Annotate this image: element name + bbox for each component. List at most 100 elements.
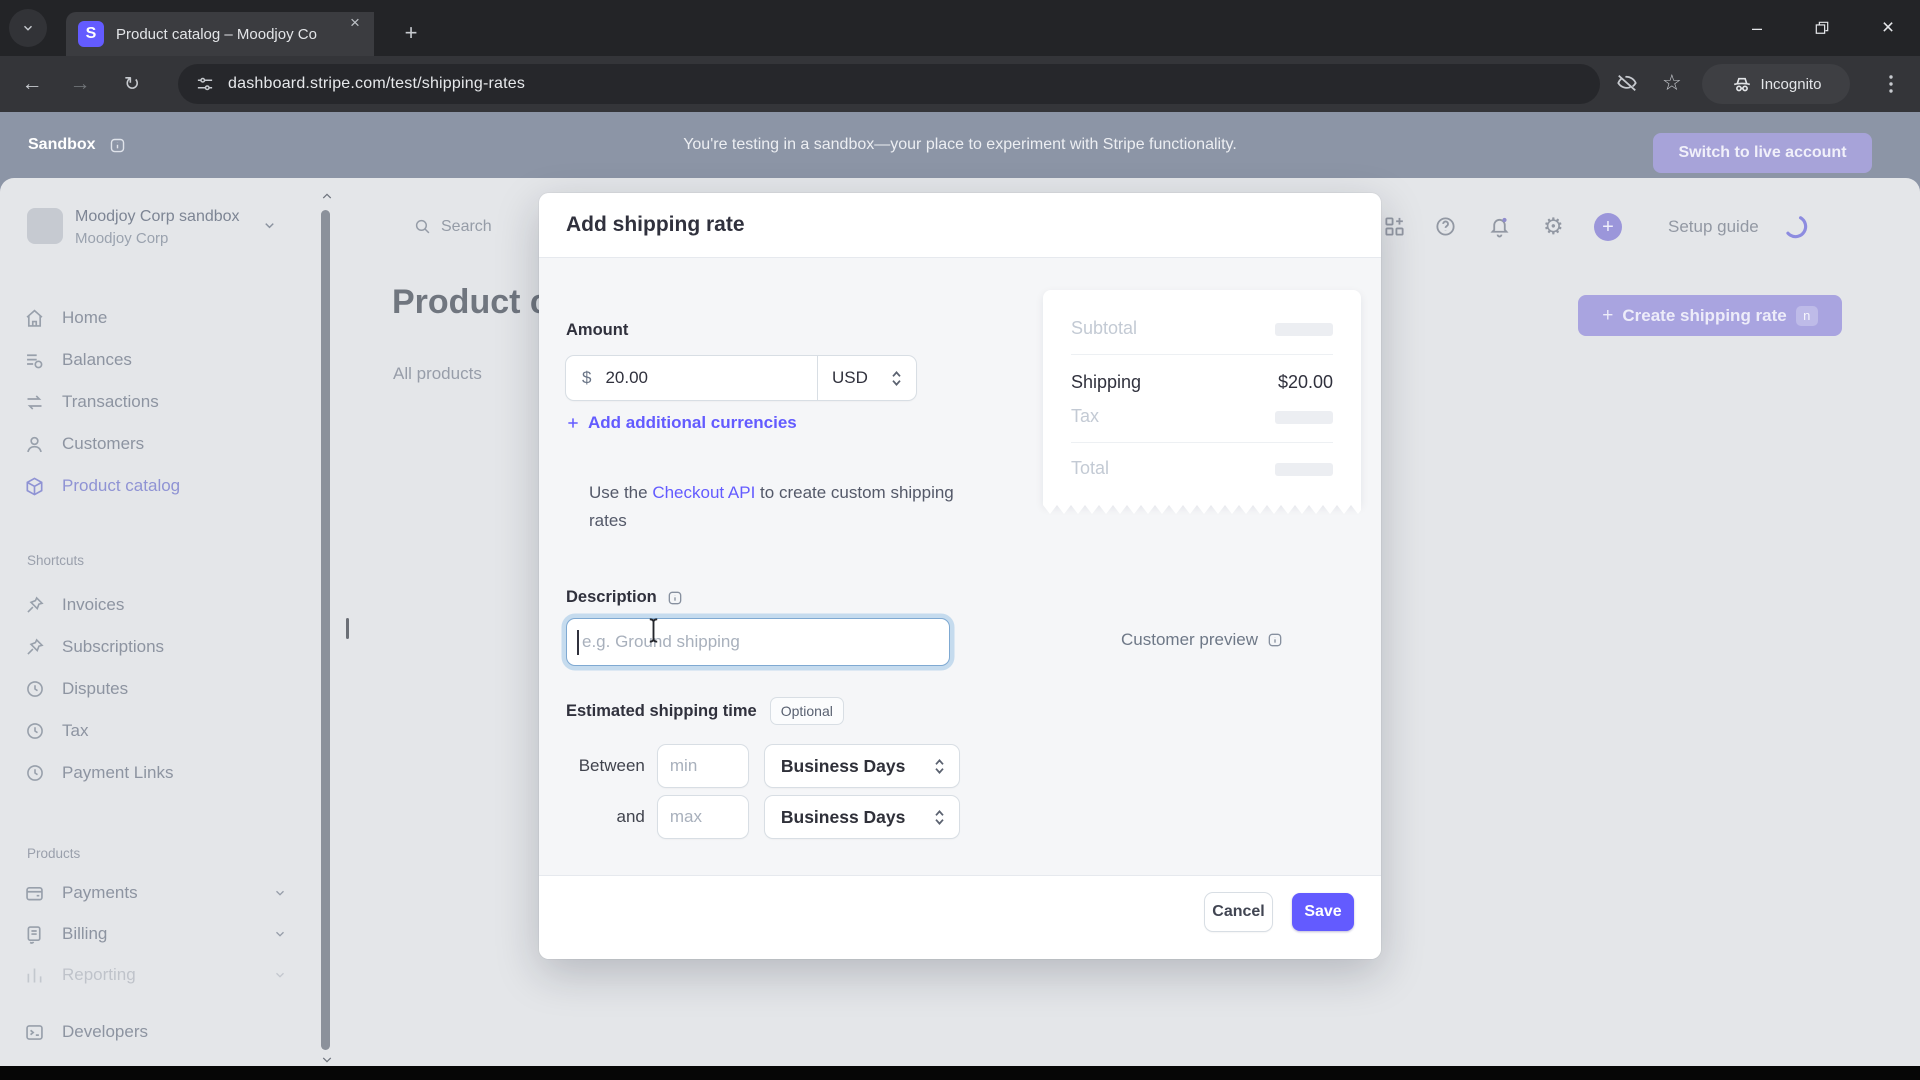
create-shipping-rate-label: Create shipping rate [1622,306,1786,326]
select-chevrons-icon [932,807,947,828]
browser-tab[interactable]: S Product catalog – Moodjoy Co [66,12,374,56]
api-note-pre: Use the [589,483,652,502]
chevron-down-icon [273,968,287,982]
add-currencies-link[interactable]: Add additional currencies [566,413,797,433]
forward-button[interactable]: → [64,68,96,100]
currency-select[interactable]: USD [817,356,916,400]
tax-label: Tax [1071,406,1099,427]
settings-gear-icon[interactable]: ⚙ [1543,213,1564,240]
reload-button[interactable]: ↻ [116,68,148,100]
developers-icon [24,1022,45,1043]
amount-input[interactable] [603,367,777,389]
sidebar-item-label: Disputes [62,679,128,699]
sidebar-item-transactions[interactable]: Transactions [24,381,309,423]
select-chevrons-icon [889,368,904,389]
sidebar-item-payments[interactable]: Payments [24,872,309,914]
text-caret [577,630,579,655]
clock-icon [24,721,45,742]
description-field[interactable] [566,618,950,666]
tab-close-button[interactable]: × [344,12,366,34]
customer-preview-label: Customer preview [1121,630,1258,650]
pin-icon [24,595,45,616]
clock-icon [24,679,45,700]
scrollbar-up-arrow[interactable] [322,192,332,200]
sidebar-item-payment-links[interactable]: Payment Links [24,752,309,794]
customer-preview-card: Subtotal Shipping $20.00 Tax Total [1043,290,1361,505]
sidebar-item-product-catalog[interactable]: Product catalog [24,465,309,507]
sidebar-item-balances[interactable]: Balances [24,339,309,381]
sidebar-item-customers[interactable]: Customers [24,423,309,465]
sidebar-scrollbar[interactable] [321,210,330,1050]
window-restore-button[interactable] [1802,12,1842,44]
divider [1071,442,1333,443]
description-input[interactable] [580,631,924,653]
sidebar-item-label: Payment Links [62,763,174,783]
eye-off-icon[interactable] [1616,72,1638,94]
sidebar-item-label: Developers [62,1022,148,1042]
url-bar[interactable]: dashboard.stripe.com/test/shipping-rates [178,64,1600,104]
sidebar-item-disputes[interactable]: Disputes [24,668,309,710]
sidebar-item-label: Payments [62,883,138,903]
between-label: Between [539,756,645,776]
info-icon[interactable] [1267,632,1283,648]
modal-title: Add shipping rate [566,213,745,237]
tab-title: Product catalog – Moodjoy Co [116,26,328,43]
bookmark-star-icon[interactable]: ☆ [1662,70,1682,96]
unit-select-max[interactable]: Business Days [765,796,959,838]
create-shipping-rate-button[interactable]: + Create shipping rate n [1578,295,1842,336]
notifications-bell-icon[interactable] [1488,215,1511,238]
account-chevron-icon[interactable] [262,218,277,233]
chevron-down-icon [21,21,35,35]
scrollbar-down-arrow[interactable] [322,1056,332,1064]
help-icon[interactable] [1434,215,1457,238]
total-label: Total [1071,458,1109,479]
divider [1071,354,1333,355]
sidebar-item-billing[interactable]: Billing [24,913,309,955]
save-button[interactable]: Save [1292,893,1354,931]
create-plus-button[interactable]: + [1594,213,1622,241]
cancel-button[interactable]: Cancel [1205,893,1272,931]
sidebar-item-developers[interactable]: Developers [24,1011,309,1053]
account-name[interactable]: Moodjoy Corp sandbox [75,208,240,226]
keyboard-shortcut-badge: n [1796,306,1818,326]
setup-guide-spinner [1782,213,1809,240]
tab-all-products[interactable]: All products [393,364,482,384]
billing-icon [24,924,45,945]
sidebar-item-subscriptions[interactable]: Subscriptions [24,626,309,668]
sidebar-item-label: Customers [62,434,144,454]
window-minimize-button[interactable]: – [1737,12,1777,44]
tab-search-button[interactable] [9,9,47,47]
account-avatar[interactable] [27,208,63,244]
optional-badge: Optional [771,698,843,724]
tax-placeholder-bar [1275,411,1333,424]
sidebar-section-products: Products [27,846,80,861]
max-input[interactable] [658,796,748,838]
apps-grid-icon[interactable] [1383,215,1406,238]
reporting-icon [24,965,45,986]
sidebar-item-label: Home [62,308,107,328]
sidebar-item-tax[interactable]: Tax [24,710,309,752]
incognito-icon [1731,73,1753,95]
back-button[interactable]: ← [16,68,48,100]
setup-guide-label[interactable]: Setup guide [1668,217,1759,237]
min-input[interactable] [658,745,748,787]
browser-menu-button[interactable] [1882,74,1900,94]
account-org: Moodjoy Corp [75,230,168,247]
new-tab-button[interactable]: + [396,18,426,48]
switch-to-live-button[interactable]: Switch to live account [1653,133,1872,173]
site-settings-icon[interactable] [196,75,214,93]
window-close-button[interactable]: × [1868,12,1908,44]
sidebar-item-reporting[interactable]: Reporting [24,954,309,996]
search-input[interactable]: Search [441,218,492,236]
transactions-icon [24,392,45,413]
info-icon[interactable] [667,590,683,606]
content-scrollbar[interactable] [346,618,349,639]
unit-select-min[interactable]: Business Days [765,745,959,787]
sidebar-item-home[interactable]: Home [24,297,309,339]
pin-icon [24,637,45,658]
plus-icon: + [1602,305,1613,327]
checkout-api-link[interactable]: Checkout API [652,483,755,502]
search-icon [414,218,431,235]
sidebar-item-invoices[interactable]: Invoices [24,584,309,626]
shipping-value: $20.00 [1278,372,1333,393]
